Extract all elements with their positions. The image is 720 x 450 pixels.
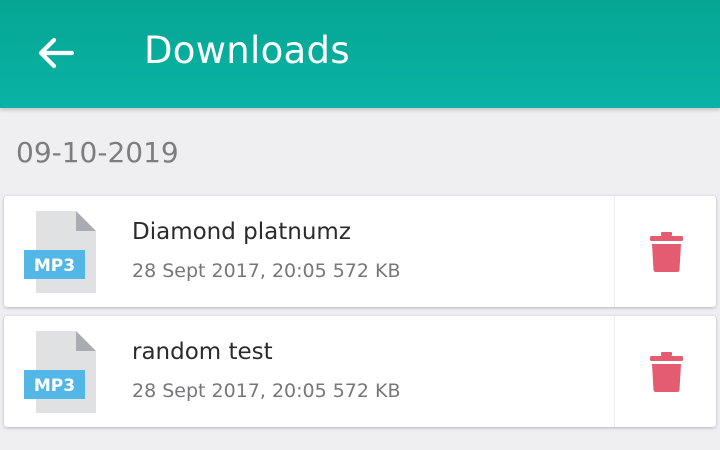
section-date-header: 09-10-2019	[16, 136, 179, 169]
file-type-label: MP3	[34, 256, 75, 276]
downloads-screen: Downloads 09-10-2019 MP3 Diamond platnum…	[0, 0, 720, 450]
file-name: Diamond platnumz	[132, 219, 351, 245]
file-size: 572 KB	[332, 260, 401, 282]
trash-icon	[650, 232, 683, 272]
file-meta: 28 Sept 2017, 20:05 572 KB	[132, 376, 401, 406]
delete-button[interactable]	[615, 316, 716, 427]
back-button[interactable]	[28, 29, 84, 77]
app-bar: Downloads	[0, 0, 720, 108]
mp3-file-icon: MP3	[24, 331, 96, 413]
arrow-left-icon	[38, 37, 75, 69]
trash-icon	[650, 352, 683, 392]
file-name: random test	[132, 339, 273, 365]
file-date: 28 Sept 2017, 20:05	[132, 260, 327, 282]
file-type-label: MP3	[34, 376, 75, 396]
page-title: Downloads	[144, 29, 350, 72]
file-date: 28 Sept 2017, 20:05	[132, 380, 327, 402]
download-list-item[interactable]: MP3 random test 28 Sept 2017, 20:05 572 K…	[4, 316, 716, 427]
file-meta: 28 Sept 2017, 20:05 572 KB	[132, 256, 401, 286]
file-size: 572 KB	[332, 380, 401, 402]
download-list-item[interactable]: MP3 Diamond platnumz 28 Sept 2017, 20:05…	[4, 196, 716, 307]
delete-button[interactable]	[615, 196, 716, 307]
mp3-file-icon: MP3	[24, 211, 96, 293]
